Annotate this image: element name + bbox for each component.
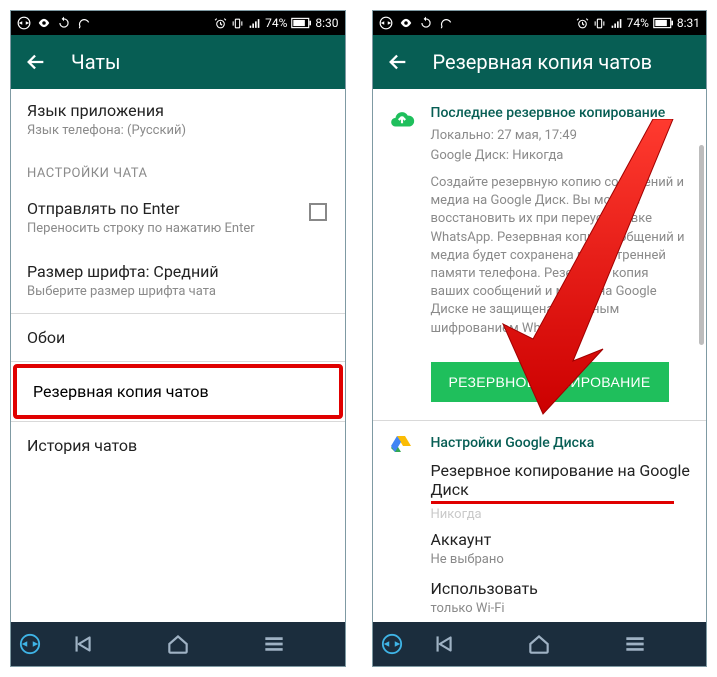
language-sub: Язык телефона: (Русский) xyxy=(27,123,329,138)
signal-icon xyxy=(610,17,623,30)
font-size-title: Размер шрифта: Средний xyxy=(27,262,329,281)
app-bar: Чаты xyxy=(11,35,345,89)
nav-bar xyxy=(11,622,345,666)
clock-text: 8:30 xyxy=(315,16,338,30)
alarm-icon xyxy=(214,17,227,30)
page-title: Чаты xyxy=(71,50,121,74)
battery-icon xyxy=(653,17,673,29)
nav-back-icon[interactable] xyxy=(69,631,95,657)
nav-home-icon[interactable] xyxy=(526,631,552,657)
back-icon[interactable] xyxy=(25,51,47,73)
network-title: Использовать xyxy=(431,579,691,598)
sync-icon xyxy=(57,16,71,30)
enter-send-row[interactable]: Отправлять по Enter Переносить строку по… xyxy=(11,187,345,250)
language-row[interactable]: Язык приложения Язык телефона: (Русский) xyxy=(11,89,345,152)
enter-send-sub: Переносить строку по нажатию Enter xyxy=(27,221,329,236)
back-icon[interactable] xyxy=(387,51,409,73)
status-bar: 74% 8:30 xyxy=(11,11,345,35)
app-bar: Резервная копия чатов xyxy=(373,35,707,89)
settings-list: Язык приложения Язык телефона: (Русский)… xyxy=(11,89,345,622)
wallpaper-label: Обои xyxy=(27,328,329,347)
highlight-underline xyxy=(431,501,675,504)
teamviewer-icon xyxy=(17,16,31,30)
teamviewer-nav-icon[interactable] xyxy=(381,633,403,655)
chat-backup-row[interactable]: Резервная копия чатов xyxy=(13,364,343,419)
backup-description: Создайте резервную копию сообщений и мед… xyxy=(373,166,707,350)
account-title: Аккаунт xyxy=(431,530,691,549)
vibrate-icon xyxy=(593,17,606,30)
nav-bar xyxy=(373,622,707,666)
battery-text: 74% xyxy=(627,16,649,30)
backup-frequency-row[interactable]: Резервное копирование на Google Диск Ник… xyxy=(373,457,707,524)
battery-text: 74% xyxy=(265,16,287,30)
network-row[interactable]: Использовать только Wi-Fi xyxy=(373,573,707,622)
scroll-indicator xyxy=(699,145,704,345)
alarm-icon xyxy=(576,17,589,30)
battery-icon xyxy=(291,17,311,29)
signal-icon xyxy=(248,17,261,30)
teamviewer-nav-icon[interactable] xyxy=(19,633,41,655)
eye-icon xyxy=(399,16,413,30)
enter-send-checkbox[interactable] xyxy=(309,203,327,221)
nav-recent-icon[interactable] xyxy=(261,631,287,657)
chat-settings-header: НАСТРОЙКИ ЧАТА xyxy=(11,152,345,187)
status-bar: 74% 8:31 xyxy=(373,11,707,35)
clock-text: 8:31 xyxy=(677,16,700,30)
cloud-upload-icon xyxy=(389,107,415,133)
backup-frequency-value: Никогда xyxy=(431,507,691,522)
nav-recent-icon[interactable] xyxy=(622,631,648,657)
nav-home-icon[interactable] xyxy=(165,631,191,657)
account-value: Не выбрано xyxy=(431,552,691,567)
eye-icon xyxy=(37,16,51,30)
account-row[interactable]: Аккаунт Не выбрано xyxy=(373,524,707,573)
network-value: только Wi-Fi xyxy=(431,601,691,616)
chat-backup-label: Резервная копия чатов xyxy=(33,382,323,401)
nav-back-icon[interactable] xyxy=(430,631,456,657)
font-size-row[interactable]: Размер шрифта: Средний Выберите размер ш… xyxy=(11,250,345,313)
page-title: Резервная копия чатов xyxy=(433,50,653,74)
backup-screen: Последнее резервное копирование Локально… xyxy=(373,89,707,622)
gdrive-settings-header: Настройки Google Диска xyxy=(373,435,707,457)
backup-button[interactable]: РЕЗЕРВНОЕ КОПИРОВАНИЕ xyxy=(431,362,669,402)
last-backup-header: Последнее резервное копирование xyxy=(373,89,707,127)
vibrate-icon xyxy=(231,17,244,30)
font-size-sub: Выберите размер шрифта чата xyxy=(27,284,329,299)
sync-icon xyxy=(419,16,433,30)
language-title: Язык приложения xyxy=(27,101,329,120)
refresh-icon xyxy=(77,16,91,30)
refresh-icon xyxy=(439,16,453,30)
chat-history-label: История чатов xyxy=(27,436,329,455)
gdrive-backup-info: Google Диск: Никогда xyxy=(373,147,707,167)
chat-history-row[interactable]: История чатов xyxy=(11,422,345,469)
enter-send-title: Отправлять по Enter xyxy=(27,199,329,218)
phone-left: 74% 8:30 Чаты Язык приложения Язык телеф… xyxy=(10,10,346,667)
divider xyxy=(11,361,345,362)
wallpaper-row[interactable]: Обои xyxy=(11,314,345,361)
backup-frequency-title: Резервное копирование на Google Диск xyxy=(431,461,691,499)
teamviewer-icon xyxy=(379,16,393,30)
local-backup-info: Локально: 27 мая, 17:49 xyxy=(373,127,707,147)
google-drive-icon xyxy=(389,433,413,457)
phone-right: 74% 8:31 Резервная копия чатов Последнее… xyxy=(372,10,708,667)
